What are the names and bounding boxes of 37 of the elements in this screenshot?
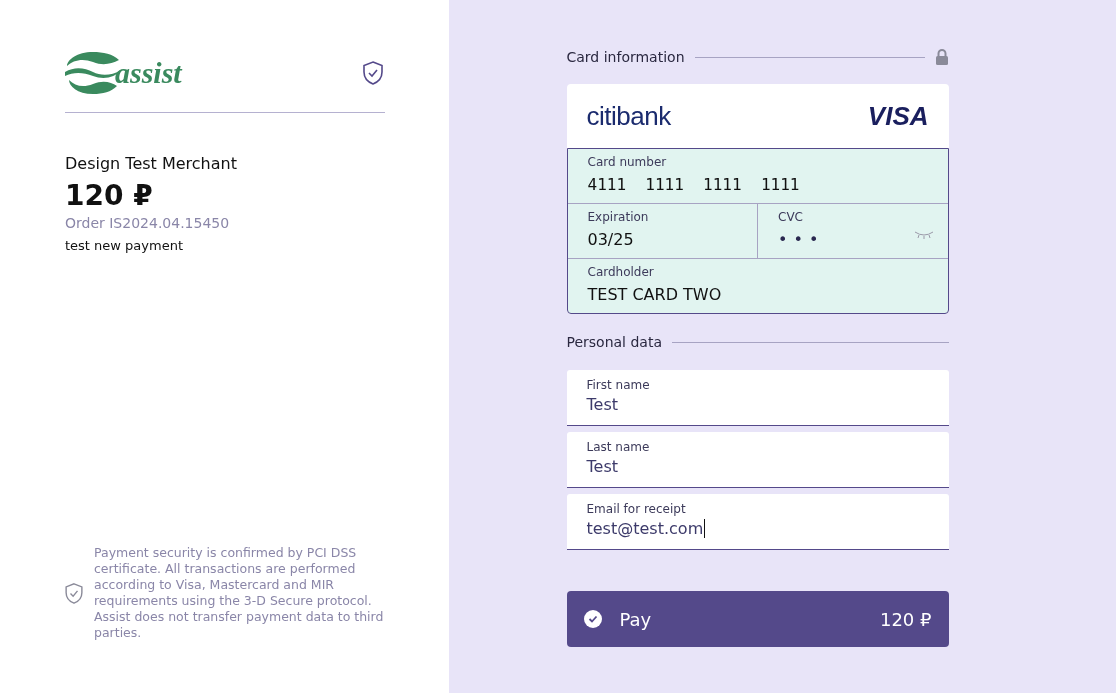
lock-icon bbox=[934, 49, 949, 65]
field-value: Test bbox=[586, 395, 618, 414]
card-field[interactable]: Expiration 03/25 bbox=[567, 204, 757, 258]
shield-check-icon bbox=[363, 61, 383, 85]
field-value: 4111 1111 1111 1111 bbox=[587, 175, 800, 194]
section-title: Personal data bbox=[566, 334, 662, 350]
merchant-name: Design Test Merchant bbox=[65, 154, 238, 173]
input-field[interactable]: Last name Test bbox=[566, 432, 949, 488]
field-value: TEST CARD TWO bbox=[587, 285, 722, 304]
input-field[interactable]: Email for receipt test@test.com bbox=[566, 494, 949, 550]
field-value: ••• bbox=[778, 230, 825, 249]
field-value: Test bbox=[586, 457, 618, 476]
field-value: 03/25 bbox=[587, 230, 634, 249]
input-field[interactable]: First name Test bbox=[566, 370, 949, 426]
pay-button[interactable]: Pay 120 ₽ bbox=[566, 591, 949, 647]
order-description: test new payment bbox=[65, 238, 184, 253]
field-label: Expiration bbox=[587, 210, 650, 224]
eye-closed-icon[interactable] bbox=[913, 231, 934, 239]
section-title: Card information bbox=[566, 49, 685, 65]
cardholder-field[interactable]: Cardholder TEST CARD TWO bbox=[567, 259, 948, 313]
logo-text: assist bbox=[115, 56, 182, 90]
field-label: First name bbox=[586, 378, 651, 392]
field-label: Cardholder bbox=[587, 265, 655, 279]
order-amount: 120 ₽ bbox=[65, 179, 154, 212]
check-circle-icon bbox=[583, 610, 602, 628]
shield-check-icon bbox=[65, 582, 83, 604]
bank-logo: citibank bbox=[586, 100, 671, 132]
field-label: Last name bbox=[586, 440, 651, 454]
card-number-field[interactable]: Card number 4111 1111 1111 1111 bbox=[567, 149, 948, 203]
card-field[interactable]: CVC ••• bbox=[757, 204, 948, 258]
card-network-logo: VISA bbox=[867, 100, 929, 132]
security-note: Payment security is confirmed by PCI DSS certificate. All transactions are performed according to Visa, Mastercard and MIR requirements using the 3-D Secure protocol. Assist does not transfer payment data to third parties. bbox=[94, 545, 384, 641]
order-number: Order IS2024.04.15450 bbox=[65, 215, 231, 231]
field-value: test@test.com bbox=[586, 519, 704, 538]
field-label: CVC bbox=[778, 210, 804, 224]
field-label: Email for receipt bbox=[586, 502, 687, 516]
field-label: Card number bbox=[587, 155, 668, 169]
